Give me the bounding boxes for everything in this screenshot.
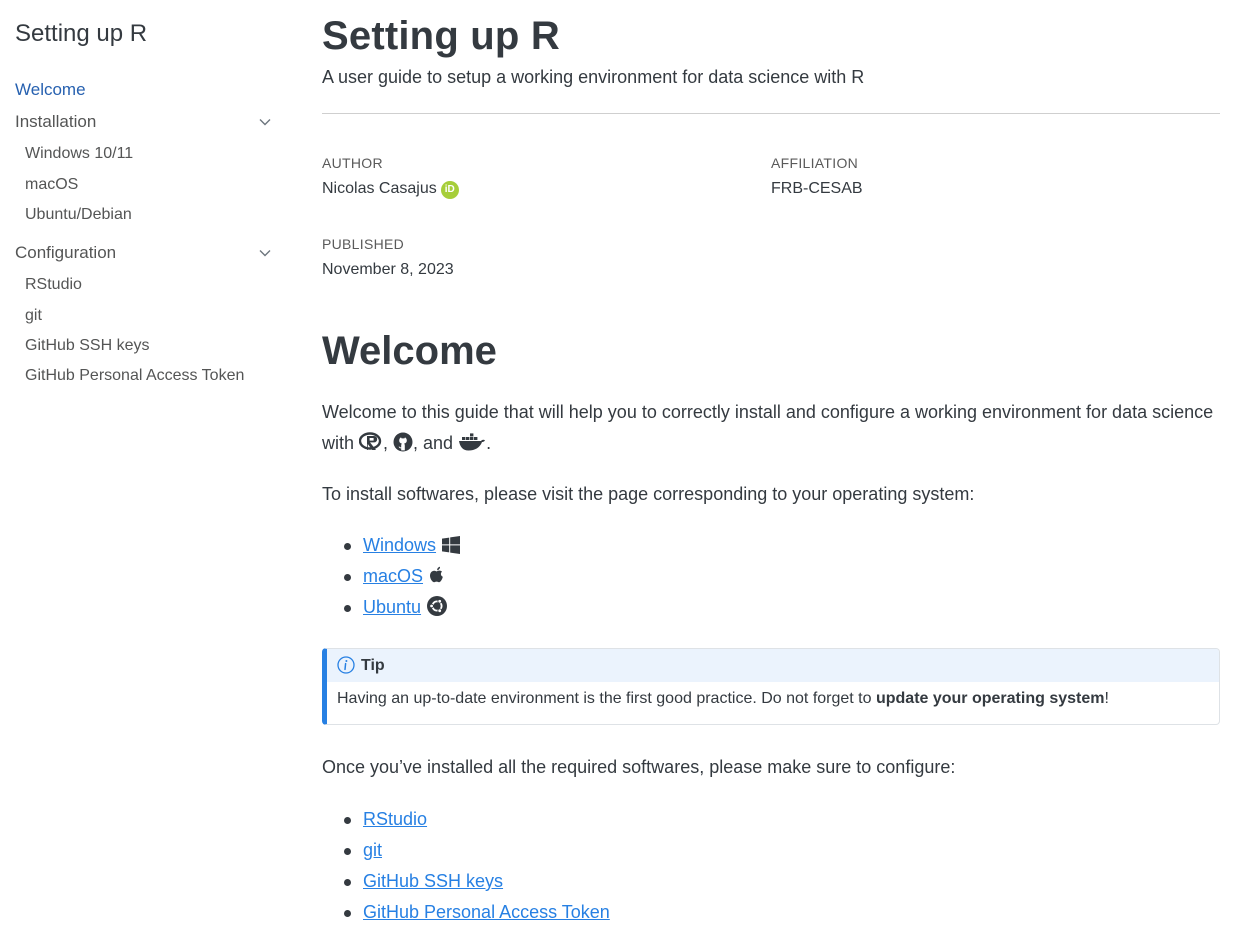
affiliation-label: AFFILIATION — [771, 155, 859, 171]
callout-body: Having an up-to-date environment is the … — [327, 682, 1219, 708]
apple-icon — [430, 566, 443, 583]
site-title[interactable]: Setting up R — [15, 20, 147, 48]
sidebar-section-configuration[interactable]: Configuration — [15, 243, 271, 263]
sidebar: Setting up R Welcome Installation Window… — [0, 0, 290, 947]
r-logo-icon — [359, 432, 382, 450]
callout-text: Having an up-to-date environment is the … — [337, 690, 876, 707]
intro-period: . — [486, 433, 492, 453]
sidebar-section-label: Configuration — [15, 243, 117, 262]
orcid-icon[interactable]: iD — [440, 181, 459, 199]
author-label: AUTHOR — [322, 155, 383, 171]
sidebar-item-welcome[interactable]: Welcome — [15, 80, 86, 100]
sidebar-item-ubuntu-debian[interactable]: Ubuntu/Debian — [25, 206, 132, 224]
published-label: PUBLISHED — [322, 236, 405, 252]
callout-title: Tip — [361, 657, 385, 674]
callout-emphasis: update your operating system — [875, 690, 1105, 707]
windows-link[interactable]: Windows — [363, 535, 436, 555]
github-icon — [393, 432, 413, 452]
ubuntu-icon — [427, 596, 448, 616]
page-title: Setting up R — [322, 14, 560, 58]
author-value: Nicolas Casajus iD — [322, 180, 459, 199]
config-links-list: RStudio git GitHub SSH keys GitHub Perso… — [344, 804, 610, 928]
chevron-down-icon[interactable] — [259, 118, 271, 126]
chevron-down-icon[interactable] — [259, 249, 271, 257]
sidebar-item-github-pat[interactable]: GitHub Personal Access Token — [25, 367, 244, 385]
page-subtitle: A user guide to setup a working environm… — [322, 67, 865, 87]
intro-separator: , — [383, 433, 394, 453]
git-link[interactable]: git — [363, 840, 382, 860]
os-links-list: Windows macOS Ubuntu — [344, 530, 461, 623]
affiliation-value: FRB-CESAB — [771, 180, 863, 197]
rstudio-link[interactable]: RStudio — [363, 809, 427, 829]
section-title-welcome: Welcome — [322, 329, 497, 373]
tip-callout: Tip Having an up-to-date environment is … — [322, 648, 1220, 725]
published-value: November 8, 2023 — [322, 261, 454, 278]
info-icon — [337, 656, 355, 674]
sidebar-section-label: Installation — [15, 112, 97, 131]
intro-separator: , and — [413, 433, 459, 453]
install-paragraph: To install softwares, please visit the p… — [322, 484, 975, 504]
sidebar-item-macos[interactable]: macOS — [25, 176, 78, 194]
sidebar-item-windows[interactable]: Windows 10/11 — [25, 145, 133, 163]
title-divider — [322, 113, 1220, 114]
intro-paragraph: Welcome to this guide that will help you… — [322, 397, 1220, 459]
sidebar-item-github-ssh-keys[interactable]: GitHub SSH keys — [25, 337, 149, 355]
sidebar-item-rstudio[interactable]: RStudio — [25, 276, 82, 294]
macos-link[interactable]: macOS — [363, 566, 423, 586]
author-name: Nicolas Casajus — [322, 180, 437, 197]
sidebar-section-installation[interactable]: Installation — [15, 112, 271, 132]
list-item: macOS — [344, 561, 460, 592]
github-pat-link[interactable]: GitHub Personal Access Token — [363, 902, 610, 922]
list-item: git — [344, 835, 610, 866]
list-item: GitHub Personal Access Token — [344, 897, 610, 928]
list-item: GitHub SSH keys — [344, 866, 610, 897]
github-ssh-keys-link[interactable]: GitHub SSH keys — [363, 871, 503, 891]
configure-paragraph: Once you’ve installed all the required s… — [322, 757, 956, 777]
sidebar-item-git[interactable]: git — [25, 307, 42, 325]
docker-icon — [459, 433, 486, 451]
list-item: Windows — [344, 530, 461, 561]
list-item: Ubuntu — [344, 592, 460, 623]
callout-header: Tip — [327, 649, 1219, 682]
windows-icon — [442, 536, 461, 554]
list-item: RStudio — [344, 804, 610, 835]
callout-text-end: ! — [1104, 690, 1109, 707]
ubuntu-link[interactable]: Ubuntu — [363, 597, 421, 617]
